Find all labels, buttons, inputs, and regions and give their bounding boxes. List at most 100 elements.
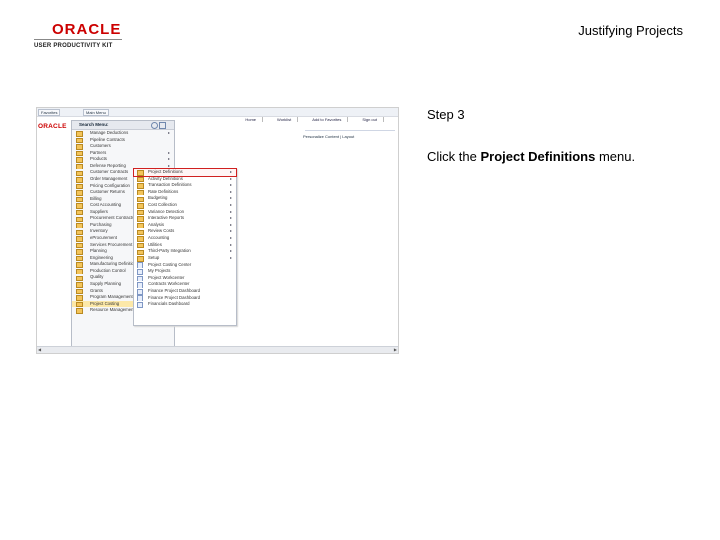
submenu-item-project-definitions[interactable]: Project Definitions ▸: [133, 168, 237, 177]
chevron-right-icon: ▸: [229, 208, 232, 214]
submenu-item-cost-collection[interactable]: Cost Collection ▸: [134, 202, 236, 209]
header-links: Home Worklist Add to Favorites Sign out: [245, 117, 384, 122]
submenu-item-label: Analysis: [148, 221, 165, 227]
application-screenshot: Favorites Main Menu ORACLE Home Worklist…: [36, 107, 399, 354]
submenu-item-rate-definitions[interactable]: Rate Definitions ▸: [134, 189, 236, 196]
search-menu-header: Search Menu:: [72, 121, 174, 130]
submenu-item-accounting[interactable]: Accounting ▸: [134, 235, 236, 242]
submenu-item-label: Budgeting: [148, 195, 168, 201]
menu-item-label: eProcurement: [90, 235, 117, 240]
logo-brand: ORACLE: [52, 21, 122, 38]
submenu-item-finance-project-dashboard[interactable]: Finance Project Dashboard: [134, 288, 236, 295]
submenu-item-review-costs[interactable]: Review Costs ▸: [134, 228, 236, 236]
search-icon[interactable]: [151, 122, 158, 129]
submenu-item-interactive-reports[interactable]: Interactive Reports ▸: [134, 215, 236, 222]
step-title: Step 3: [427, 107, 465, 122]
submenu-item-project-workcenter[interactable]: Project Workcenter: [134, 275, 236, 282]
oracle-upk-logo: ORACLE USER PRODUCTIVITY KIT: [34, 22, 124, 50]
home-link[interactable]: Home: [245, 117, 264, 122]
header-divider: [305, 130, 395, 131]
app-logo: ORACLE: [38, 123, 67, 130]
personalize-link[interactable]: Personalize Content | Layout: [303, 134, 354, 139]
submenu-item-finance-project-dashboard[interactable]: Finance Project Dashboard: [134, 295, 236, 302]
submenu-item-transaction-definitions[interactable]: Transaction Definitions ▸: [134, 182, 236, 189]
submenu-item-label: Project Costing Center: [148, 261, 192, 267]
chevron-right-icon: ▸: [229, 254, 232, 260]
submenu-item-third-party-integration[interactable]: Third-Party Integration ▸: [134, 248, 236, 255]
submenu-item-label: Transaction Definitions: [148, 182, 192, 188]
menu-item-label: Defense Reporting: [90, 162, 126, 168]
menu-item-label: Pipeline Contracts: [90, 136, 125, 142]
submenu-item-utilities[interactable]: Utilities ▸: [134, 242, 236, 249]
submenu-item-label: Setup: [148, 254, 160, 260]
menu-item-label: Services Procurement: [90, 241, 133, 247]
menu-item-label: Inventory: [90, 228, 108, 234]
logo-divider: [34, 39, 122, 40]
submenu-item-label: Interactive Reports: [148, 215, 185, 221]
submenu-item-label: Third-Party Integration: [148, 248, 191, 254]
submenu-item-project-costing-center[interactable]: Project Costing Center: [134, 262, 236, 269]
submenu-item-my-projects[interactable]: My Projects: [134, 268, 236, 275]
add-to-favorites-link[interactable]: Add to Favorites: [312, 117, 349, 122]
submenu-item-label: Financials Dashboard: [148, 301, 190, 307]
menu-item-label: Grants: [90, 287, 103, 293]
submenu-item-label: Review Costs: [148, 228, 175, 234]
project-costing-submenu: Project Definitions ▸ Activity Definitions…: [133, 168, 237, 326]
menu-item-label: Customer Returns: [90, 189, 125, 195]
chevron-right-icon: ▸: [229, 182, 232, 188]
menu-item-label: Manage Deductions: [90, 130, 129, 135]
advanced-search-icon[interactable]: [159, 122, 166, 129]
submenu-item-activity-definitions[interactable]: Activity Definitions ▸: [134, 176, 236, 183]
menu-item-label: Purchasing: [90, 221, 112, 227]
favorites-menu-tab[interactable]: Favorites: [38, 109, 61, 116]
chevron-right-icon: ▸: [229, 248, 232, 254]
menu-item-label: Suppliers: [90, 208, 108, 214]
chevron-right-icon: ▸: [229, 215, 232, 221]
submenu-item-label: Variance Detection: [148, 208, 184, 214]
step-instruction: Click the Project Definitions menu.: [427, 149, 635, 164]
chevron-right-icon: ▸: [229, 175, 232, 181]
submenu-item-label: Accounting: [148, 235, 170, 241]
menu-item-label: Order Management: [90, 175, 128, 181]
menu-item-label: Pricing Configuration: [90, 182, 130, 188]
logo-subtitle: USER PRODUCTIVITY KIT: [34, 43, 113, 49]
document-icon: [137, 301, 143, 308]
horizontal-scrollbar[interactable]: ◀ ▶: [37, 346, 398, 353]
chevron-right-icon: ▸: [229, 169, 232, 174]
chevron-right-icon: ▸: [229, 235, 232, 241]
menu-item-label: Supply Planning: [90, 280, 122, 286]
submenu-item-setup[interactable]: Setup ▸: [134, 255, 236, 262]
submenu-item-analysis[interactable]: Analysis ▸: [134, 222, 236, 229]
submenu-item-financials-dashboard[interactable]: Financials Dashboard: [134, 301, 236, 308]
submenu-item-variance-detection[interactable]: Variance Detection ▸: [134, 209, 236, 216]
worklist-link[interactable]: Worklist: [277, 117, 299, 122]
menu-item-label: Manufacturing Definitions: [90, 261, 139, 267]
submenu-item-contracts-workcenter[interactable]: Contracts Workcenter: [134, 281, 236, 288]
menu-item-label: Resource Management: [90, 307, 135, 313]
submenu-item-label: Activity Definitions: [148, 175, 183, 181]
scroll-right-icon[interactable]: ▶: [394, 347, 397, 352]
instruction-suffix: menu.: [595, 149, 636, 164]
menu-item-label: Quality: [90, 274, 104, 280]
main-menu-tab[interactable]: Main Menu: [83, 109, 109, 116]
menu-item-label: Production Control: [90, 267, 126, 273]
folder-icon: [76, 308, 83, 314]
submenu-item-label: Utilities: [148, 241, 162, 247]
scroll-left-icon[interactable]: ◀: [38, 347, 41, 352]
chevron-right-icon: ▸: [229, 202, 232, 208]
menu-item-label: Engineering: [90, 254, 113, 260]
sign-out-link[interactable]: Sign out: [362, 117, 384, 122]
menu-item-label: Cost Accounting: [90, 202, 122, 208]
page-title: Justifying Projects: [578, 23, 683, 38]
chevron-right-icon: ▸: [229, 195, 232, 201]
menu-item-label: Partners: [90, 149, 107, 155]
submenu-item-label: Finance Project Dashboard: [148, 294, 201, 300]
submenu-item-label: Project Definitions: [148, 169, 183, 174]
submenu-item-budgeting[interactable]: Budgeting ▸: [134, 195, 236, 203]
menu-item-label: Project Costing: [90, 300, 120, 306]
menu-item-label: Program Management: [90, 294, 133, 300]
instruction-target: Project Definitions: [480, 149, 596, 164]
chevron-right-icon: ▸: [229, 188, 232, 194]
menu-item-label: Planning: [90, 248, 107, 254]
submenu-list: Project Definitions ▸ Activity Definitions…: [133, 168, 237, 308]
